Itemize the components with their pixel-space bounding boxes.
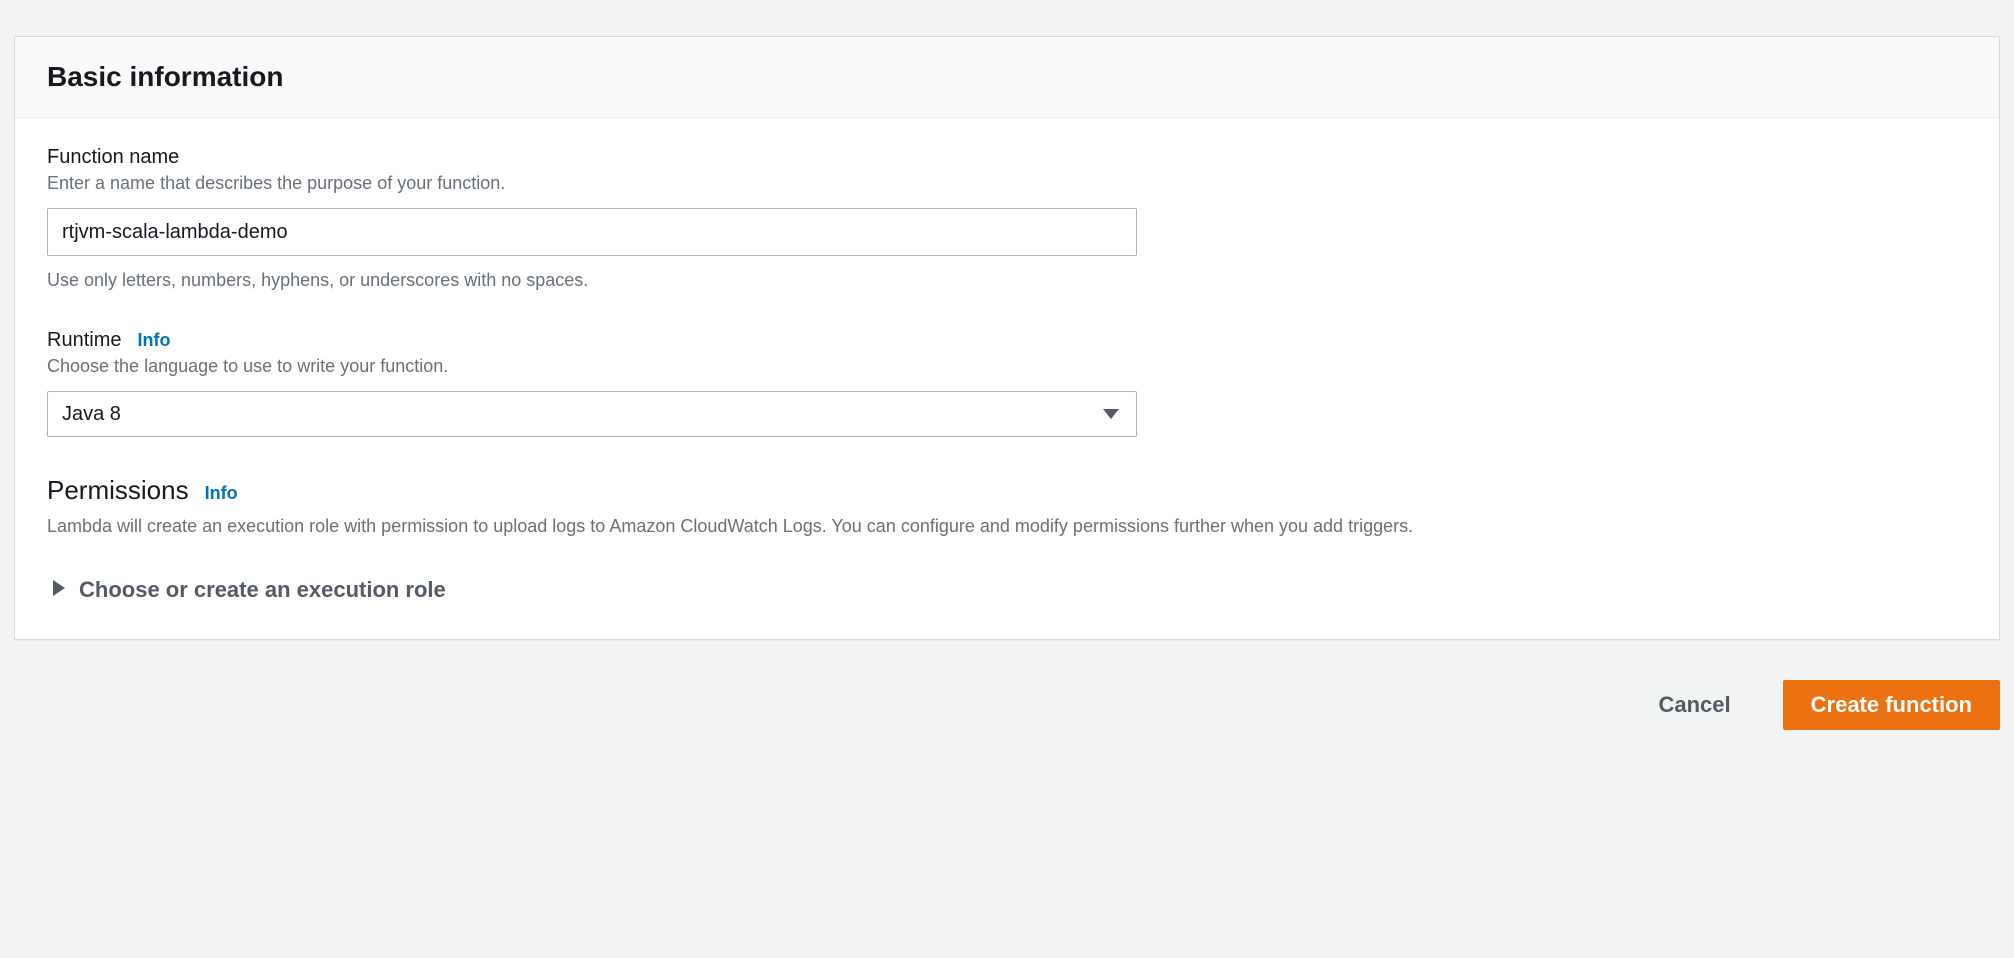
panel-header: Basic information (15, 37, 1999, 118)
caret-right-icon (53, 580, 65, 601)
function-name-field: Function name Enter a name that describe… (47, 146, 1967, 291)
cancel-button[interactable]: Cancel (1630, 680, 1758, 730)
function-name-description: Enter a name that describes the purpose … (47, 173, 1967, 194)
panel-title: Basic information (47, 61, 1967, 93)
execution-role-expander-label: Choose or create an execution role (79, 577, 446, 603)
runtime-label: Runtime (47, 329, 121, 352)
permissions-section: Permissions Info Lambda will create an e… (47, 475, 1967, 603)
runtime-info-link[interactable]: Info (137, 330, 170, 351)
function-name-label: Function name (47, 146, 1967, 169)
create-function-button[interactable]: Create function (1783, 680, 2000, 730)
permissions-description: Lambda will create an execution role wit… (47, 516, 1967, 537)
permissions-heading: Permissions (47, 475, 189, 506)
form-actions: Cancel Create function (1630, 680, 2000, 730)
runtime-description: Choose the language to use to write your… (47, 356, 1967, 377)
runtime-select[interactable]: Java 8 (47, 391, 1137, 437)
execution-role-expander[interactable]: Choose or create an execution role (47, 577, 1967, 603)
runtime-field: Runtime Info Choose the language to use … (47, 329, 1967, 437)
permissions-info-link[interactable]: Info (205, 483, 238, 504)
basic-information-panel: Basic information Function name Enter a … (14, 36, 2000, 640)
panel-body: Function name Enter a name that describe… (15, 118, 1999, 639)
function-name-hint: Use only letters, numbers, hyphens, or u… (47, 270, 1967, 291)
function-name-input[interactable] (47, 208, 1137, 256)
